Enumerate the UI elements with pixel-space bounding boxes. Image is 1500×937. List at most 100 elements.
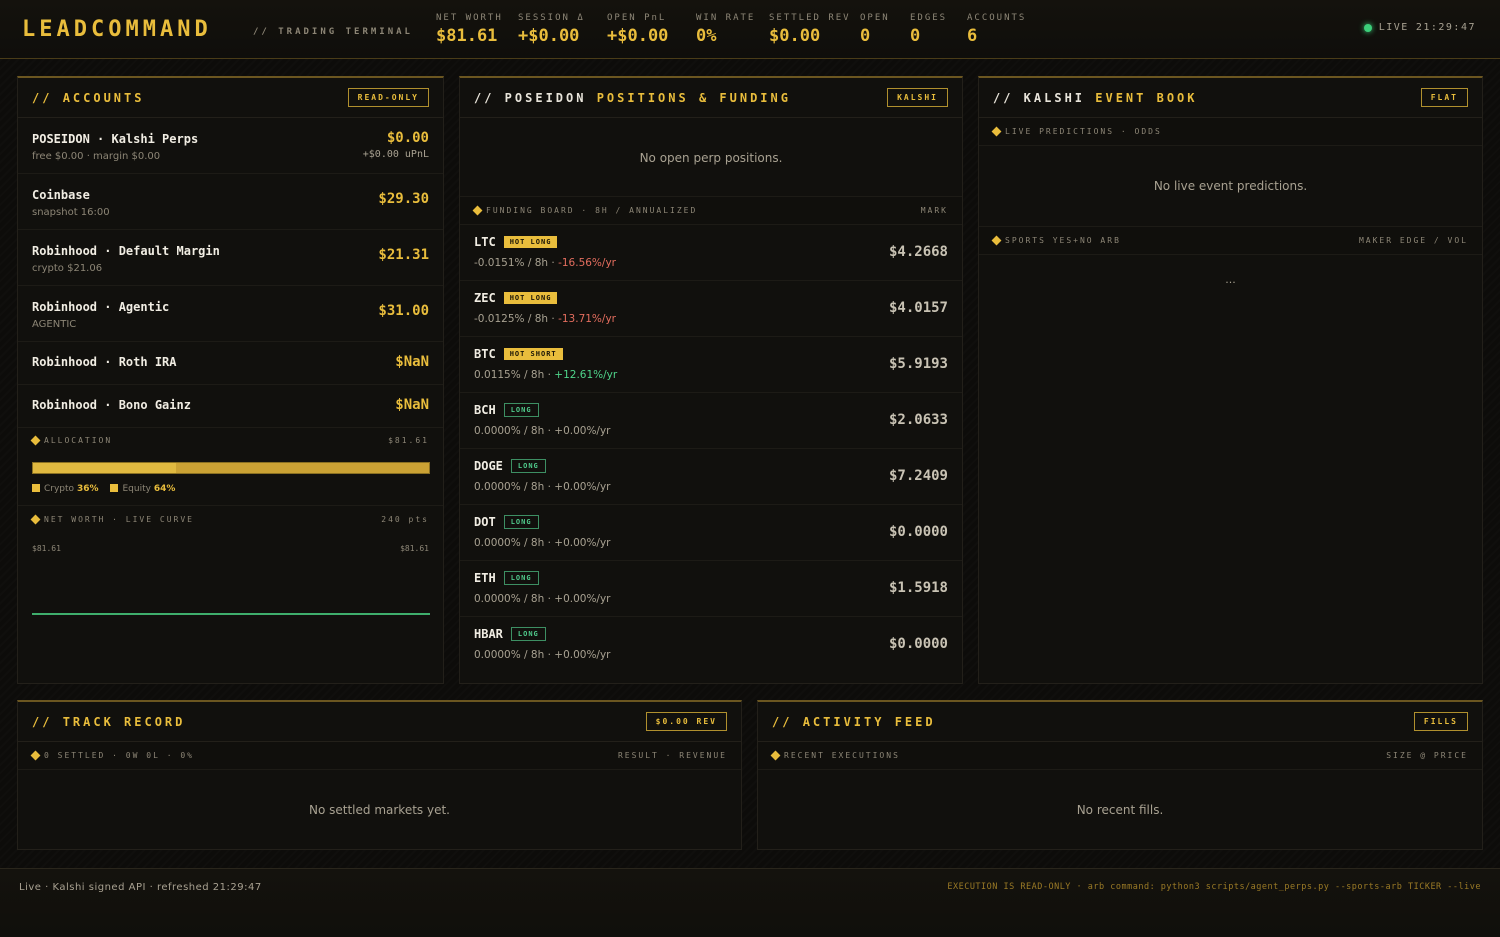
- curve-end-value: $81.61: [400, 544, 429, 553]
- legend-label: Crypto: [44, 484, 75, 494]
- account-name: Robinhood · Default Margin: [32, 244, 220, 258]
- legend-label: Equity: [122, 484, 151, 494]
- funding-rate: 0.0115% / 8h · +12.61%/yr: [474, 369, 618, 381]
- stat-label: WIN RATE: [696, 13, 756, 23]
- sports-arb-loading: ...: [1225, 273, 1236, 286]
- funding-row-zec[interactable]: ZEC HOT LONG -0.0125% / 8h · -13.71%/yr $4.…: [460, 281, 962, 337]
- legend-pct: 64%: [153, 484, 176, 494]
- empty-fills-message: No recent fills.: [1076, 803, 1164, 817]
- stat-win-rate: WIN RATE 0%: [696, 13, 755, 46]
- brand-subtitle: // TRADING TERMINAL: [253, 27, 413, 37]
- account-balance: $29.30: [378, 191, 429, 207]
- stat-label: SESSION Δ: [518, 13, 585, 23]
- account-name: POSEIDON · Kalshi Perps: [32, 132, 199, 146]
- account-detail: crypto $21.06: [32, 263, 103, 274]
- stat-value: +$0.00: [518, 26, 580, 46]
- positions-panel: // POSEIDON POSITIONS & FUNDING KALSHI N…: [459, 76, 963, 684]
- account-row-poseidon[interactable]: POSEIDON · Kalshi Perps free $0.00 · mar…: [18, 118, 443, 174]
- symbol-text: ETH: [474, 571, 496, 585]
- account-name: Coinbase: [32, 188, 90, 202]
- section-diamond-icon: [472, 205, 483, 216]
- symbol-text: LTC: [474, 235, 496, 249]
- stat-label: OPEN: [860, 13, 890, 23]
- settled-summary-text: 0 SETTLED · 0W 0L · 0%: [44, 751, 194, 760]
- account-upnl: +$0.00 uPnL: [362, 149, 429, 160]
- rate-annualized: -16.56%/yr: [558, 257, 616, 269]
- account-balance: $0.00: [386, 130, 429, 146]
- recent-executions-label: RECENT EXECUTIONS: [770, 750, 900, 761]
- brand-logo: LEADCOMMAND: [22, 17, 212, 42]
- legend-swatch: [32, 484, 40, 492]
- account-row-robinhood-margin[interactable]: Robinhood · Default Margin crypto $21.06…: [18, 230, 443, 286]
- signal-tag: HOT LONG: [503, 292, 558, 304]
- funding-row-ltc[interactable]: LTC HOT LONG -0.0151% / 8h · -16.56%/yr $4.…: [460, 225, 962, 281]
- funding-rate: -0.0125% / 8h · -13.71%/yr: [474, 313, 616, 325]
- funding-row-dot[interactable]: DOT LONG 0.0000% / 8h · +0.00%/yr $0.0000: [460, 505, 962, 561]
- funding-row-btc[interactable]: BTC HOT SHORT 0.0115% / 8h · +12.61%/yr $5.…: [460, 337, 962, 393]
- mark-price: $7.2409: [888, 468, 948, 484]
- funding-rate: 0.0000% / 8h · +0.00%/yr: [474, 649, 611, 661]
- track-record-header: // TRACK RECORD $0.00 REV: [18, 702, 741, 742]
- footer-command-hint: EXECUTION IS READ-ONLY · arb command: py…: [947, 882, 1481, 892]
- section-diamond-icon: [30, 435, 41, 446]
- track-record-summary: 0 SETTLED · 0W 0L · 0% RESULT · REVENUE: [18, 742, 741, 770]
- mark-price: $4.2668: [888, 244, 948, 260]
- signal-tag: HOT LONG: [503, 236, 558, 248]
- mark-price: $2.0633: [888, 412, 948, 428]
- stat-value: +$0.00: [607, 26, 669, 46]
- positions-empty-area: No open perp positions.: [460, 118, 962, 197]
- accounts-panel: // ACCOUNTS READ-ONLY POSEIDON · Kalshi …: [17, 76, 444, 684]
- activity-feed-panel: // ACTIVITY FEED FILLS RECENT EXECUTIONS…: [757, 700, 1483, 850]
- empty-predictions-message: No live event predictions.: [1153, 179, 1308, 193]
- allocation-bar: [32, 462, 430, 474]
- track-record-area: No settled markets yet.: [18, 770, 741, 817]
- section-diamond-icon: [770, 750, 781, 761]
- funding-symbol: DOT LONG: [474, 515, 539, 529]
- funding-row-hbar[interactable]: HBAR LONG 0.0000% / 8h · +0.00%/yr $0.0000: [460, 617, 962, 673]
- funding-mark-header: MARK: [920, 206, 948, 215]
- stat-label: EDGES: [910, 13, 948, 23]
- funding-board-label-text: FUNDING BOARD · 8H / ANNUALIZED: [486, 206, 698, 215]
- account-row-robinhood-agentic[interactable]: Robinhood · Agentic AGENTIC $31.00: [18, 286, 443, 342]
- stat-net-worth: NET WORTH $81.61: [436, 13, 503, 46]
- stat-value: 0: [910, 26, 921, 46]
- account-row-robinhood-bono[interactable]: Robinhood · Bono Gainz $NaN: [18, 385, 443, 428]
- curve-label: NET WORTH · LIVE CURVE: [30, 514, 194, 525]
- title-prefix: //: [772, 715, 803, 729]
- section-diamond-icon: [30, 750, 41, 761]
- kalshi-panel: // KALSHI EVENT BOOK FLAT LIVE PREDICTIO…: [978, 76, 1483, 684]
- account-detail: free $0.00 · margin $0.00: [32, 151, 161, 162]
- funding-row-bch[interactable]: BCH LONG 0.0000% / 8h · +0.00%/yr $2.0633: [460, 393, 962, 449]
- flat-badge: FLAT: [1420, 88, 1468, 107]
- mark-price: $0.0000: [888, 636, 948, 652]
- funding-row-eth[interactable]: ETH LONG 0.0000% / 8h · +0.00%/yr $1.5918: [460, 561, 962, 617]
- curve-start-value: $81.61: [32, 544, 61, 553]
- allocation-total: $81.61: [388, 436, 429, 445]
- mark-price: $4.0157: [888, 300, 948, 316]
- stat-value: 0%: [696, 26, 717, 46]
- title-text: ACTIVITY FEED: [802, 715, 936, 729]
- account-name: Robinhood · Agentic: [32, 300, 170, 314]
- rate-8h: 0.0000% / 8h: [474, 425, 545, 437]
- rate-8h: 0.0000% / 8h: [474, 649, 545, 661]
- account-row-robinhood-roth[interactable]: Robinhood · Roth IRA $NaN: [18, 342, 443, 385]
- funding-rate: 0.0000% / 8h · +0.00%/yr: [474, 425, 611, 437]
- predictions-label: LIVE PREDICTIONS · ODDS: [991, 126, 1162, 137]
- rate-annualized: +0.00%/yr: [554, 481, 611, 493]
- account-row-coinbase[interactable]: Coinbase snapshot 16:00 $29.30: [18, 174, 443, 230]
- symbol-text: HBAR: [474, 627, 503, 641]
- mark-price: $5.9193: [888, 356, 948, 372]
- account-name: Robinhood · Roth IRA: [32, 355, 177, 369]
- symbol-text: DOGE: [474, 459, 503, 473]
- sports-arb-label: SPORTS YES+NO ARB: [991, 235, 1121, 246]
- legend-pct: 36%: [76, 484, 99, 494]
- kalshi-header: // KALSHI EVENT BOOK FLAT: [979, 78, 1482, 118]
- title-text: POSITIONS & FUNDING: [596, 91, 791, 105]
- account-balance: $31.00: [378, 303, 429, 319]
- result-revenue-columns: RESULT · REVENUE: [617, 751, 727, 760]
- rate-annualized: +0.00%/yr: [554, 649, 611, 661]
- funding-row-doge[interactable]: DOGE LONG 0.0000% / 8h · +0.00%/yr $7.2409: [460, 449, 962, 505]
- mark-price: $0.0000: [888, 524, 948, 540]
- stat-label: ACCOUNTS: [967, 13, 1027, 23]
- account-balance: $NaN: [395, 397, 429, 413]
